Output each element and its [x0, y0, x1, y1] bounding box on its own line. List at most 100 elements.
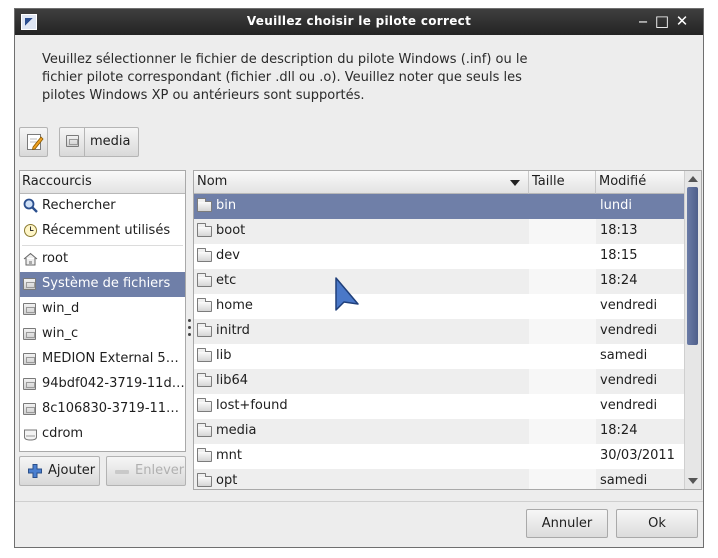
folder-icon: [197, 473, 212, 487]
column-header-name[interactable]: Nom: [194, 171, 529, 194]
edit-location-button[interactable]: [19, 127, 48, 157]
file-modified: vendredi: [596, 369, 685, 394]
file-size: [529, 419, 596, 444]
place-medion-external[interactable]: MEDION External 5…: [20, 347, 185, 372]
drive-icon: [23, 303, 36, 315]
place-label: win_c: [42, 326, 79, 341]
place-win-d[interactable]: win_d: [20, 297, 185, 322]
place-win-c[interactable]: win_c: [20, 322, 185, 347]
scroll-down-arrow-icon[interactable]: [688, 478, 698, 484]
file-row[interactable]: opt samedi: [194, 469, 685, 489]
file-size: [529, 444, 596, 469]
file-row[interactable]: mnt 30/03/2011: [194, 444, 685, 469]
home-icon: [23, 252, 38, 266]
folder-icon: [197, 423, 212, 437]
place-label: win_d: [42, 301, 80, 316]
folder-icon: [197, 348, 212, 362]
path-button-media[interactable]: media: [59, 127, 139, 157]
file-row[interactable]: etc 18:24: [194, 269, 685, 294]
places-sidebar: Raccourcis Rechercher Récemment utilisés…: [19, 170, 186, 452]
column-label: Nom: [197, 174, 228, 189]
file-size: [529, 469, 596, 489]
file-row[interactable]: media 18:24: [194, 419, 685, 444]
place-label: 8c106830-3719-11…: [42, 401, 180, 416]
file-size: [529, 269, 596, 294]
file-row[interactable]: lost+found vendredi: [194, 394, 685, 419]
drive-icon: [66, 135, 79, 147]
file-size: [529, 244, 596, 269]
file-name: bin: [216, 198, 237, 213]
file-name-cell: lib: [194, 344, 529, 369]
add-bookmark-button[interactable]: Ajouter: [19, 456, 100, 486]
file-name: lib64: [216, 373, 249, 388]
column-header-size[interactable]: Taille: [529, 171, 596, 194]
scroll-up-arrow-icon[interactable]: [688, 176, 698, 182]
pencil-icon: [27, 134, 44, 151]
places-separator: [22, 245, 183, 246]
places-header[interactable]: Raccourcis: [20, 171, 185, 194]
scrollbar-thumb[interactable]: [687, 187, 698, 345]
minimize-button[interactable]: ‒: [634, 12, 652, 30]
vertical-scrollbar[interactable]: [684, 171, 701, 489]
drive-icon: [23, 353, 36, 365]
file-name-cell: boot: [194, 219, 529, 244]
folder-icon: [197, 373, 212, 387]
file-name-cell: dev: [194, 244, 529, 269]
description-text: Veuillez sélectionner le fichier de desc…: [42, 52, 528, 103]
file-row[interactable]: dev 18:15: [194, 244, 685, 269]
file-row[interactable]: home vendredi: [194, 294, 685, 319]
file-list: Nom Taille Modifié bin lundi boot 18:13 …: [193, 170, 702, 490]
file-row[interactable]: lib64 vendredi: [194, 369, 685, 394]
clock-icon: [24, 224, 37, 237]
maximize-button[interactable]: □: [653, 12, 671, 30]
place-recent[interactable]: Récemment utilisés: [20, 219, 185, 244]
file-name-cell: initrd: [194, 319, 529, 344]
file-row[interactable]: boot 18:13: [194, 219, 685, 244]
column-header-modified[interactable]: Modifié: [596, 171, 685, 194]
drive-icon: [23, 278, 36, 290]
place-cdrom[interactable]: cdrom: [20, 422, 185, 447]
folder-icon: [197, 298, 212, 312]
file-name-cell: bin: [194, 194, 529, 219]
file-name: boot: [216, 223, 246, 238]
close-button[interactable]: ✕: [673, 12, 691, 30]
titlebar[interactable]: Veuillez choisir le pilote correct ‒ □ ✕: [15, 9, 703, 35]
file-name-cell: mnt: [194, 444, 529, 469]
file-size: [529, 294, 596, 319]
file-rows: bin lundi boot 18:13 dev 18:15 etc 18:24…: [194, 194, 685, 489]
place-volume-8c106830[interactable]: 8c106830-3719-11…: [20, 397, 185, 422]
file-row[interactable]: initrd vendredi: [194, 319, 685, 344]
window-title: Veuillez choisir le pilote correct: [246, 14, 472, 28]
file-name-cell: etc: [194, 269, 529, 294]
place-volume-94bdf042[interactable]: 94bdf042-3719-11d…: [20, 372, 185, 397]
place-label: Récemment utilisés: [42, 223, 171, 238]
place-label: MEDION External 5…: [42, 351, 179, 366]
file-modified: vendredi: [600, 398, 658, 413]
file-name: etc: [216, 273, 237, 288]
folder-icon: [197, 273, 212, 287]
pane-resize-handle[interactable]: [188, 319, 191, 341]
place-root[interactable]: root: [20, 247, 185, 272]
file-modified: 18:24: [596, 269, 685, 294]
folder-icon: [197, 223, 212, 237]
file-name: dev: [216, 248, 240, 263]
file-name: lost+found: [216, 398, 288, 413]
place-label: cdrom: [42, 426, 84, 441]
place-label: root: [42, 251, 69, 266]
file-modified: samedi: [596, 469, 685, 489]
file-row[interactable]: lib samedi: [194, 344, 685, 369]
file-size: [529, 194, 596, 219]
remove-bookmark-button[interactable]: Enlever: [106, 456, 186, 486]
plus-icon: [28, 464, 42, 478]
file-name: lib: [216, 348, 232, 363]
place-search[interactable]: Rechercher: [20, 194, 185, 219]
place-filesystem[interactable]: Système de fichiers: [20, 272, 185, 297]
file-modified: samedi: [600, 348, 648, 363]
cdrom-icon: [24, 429, 37, 441]
file-name-cell: lost+found: [194, 394, 529, 419]
place-label: 94bdf042-3719-11d…: [42, 376, 185, 391]
folder-icon: [197, 198, 212, 212]
file-row[interactable]: bin lundi: [194, 194, 685, 219]
cancel-button[interactable]: Annuler: [526, 509, 608, 538]
ok-button[interactable]: Ok: [616, 509, 698, 538]
